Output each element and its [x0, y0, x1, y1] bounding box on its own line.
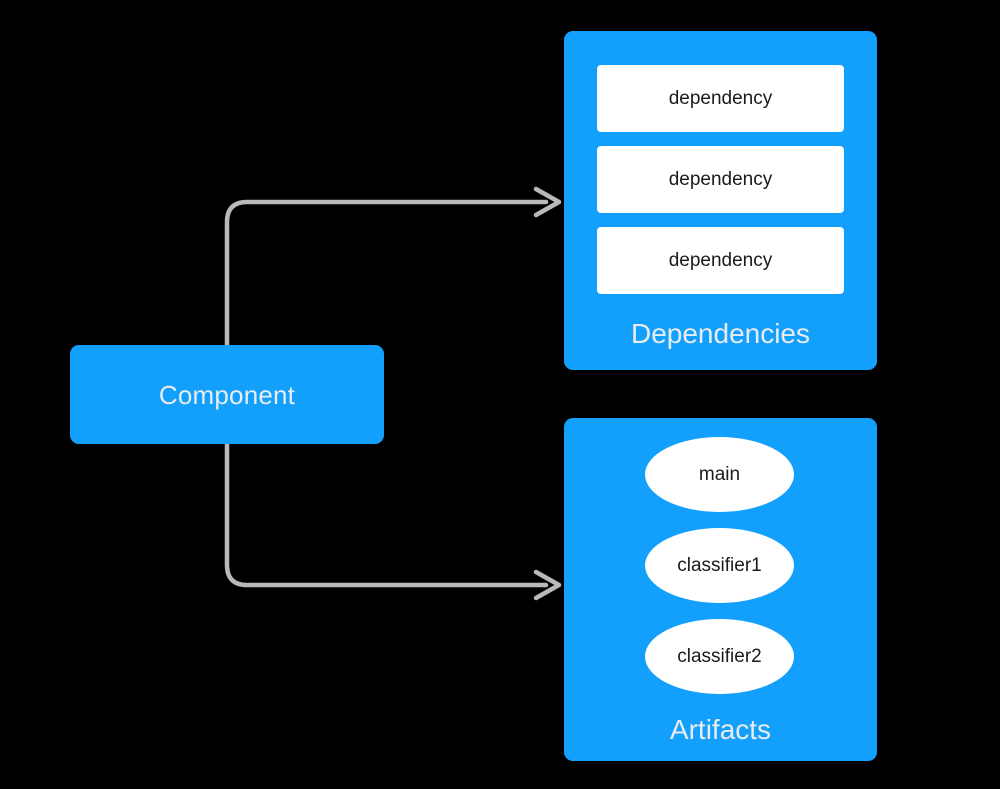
artifact-item-label: main — [698, 464, 741, 485]
artifact-item[interactable]: classifier2 — [645, 619, 794, 694]
connector-component-to-artifacts — [224, 441, 549, 588]
dependency-item-label: dependency — [668, 250, 773, 271]
connector-component-to-dependencies — [224, 199, 549, 348]
component-node-label: Component — [158, 379, 296, 410]
artifacts-group[interactable]: main classifier1 classifier2 Artifacts — [564, 418, 877, 761]
dependency-list: dependency dependency dependency — [597, 65, 844, 308]
dependencies-group-label: Dependencies — [630, 318, 811, 349]
dependency-item[interactable]: dependency — [597, 146, 844, 213]
component-node[interactable]: Component — [70, 345, 384, 444]
diagram-canvas: Component dependency dependency dependen… — [0, 0, 1000, 789]
dependency-item-label: dependency — [668, 169, 773, 190]
artifacts-group-label: Artifacts — [669, 714, 772, 745]
artifact-item-label: classifier1 — [677, 555, 762, 576]
artifact-item[interactable]: main — [645, 437, 794, 512]
dependencies-group[interactable]: dependency dependency dependency Depende… — [564, 31, 877, 370]
dependency-item-label: dependency — [668, 88, 773, 109]
artifact-item[interactable]: classifier1 — [645, 528, 794, 603]
dependency-item[interactable]: dependency — [597, 65, 844, 132]
artifact-list: main classifier1 classifier2 — [645, 437, 794, 710]
artifact-item-label: classifier2 — [677, 646, 762, 667]
dependency-item[interactable]: dependency — [597, 227, 844, 294]
